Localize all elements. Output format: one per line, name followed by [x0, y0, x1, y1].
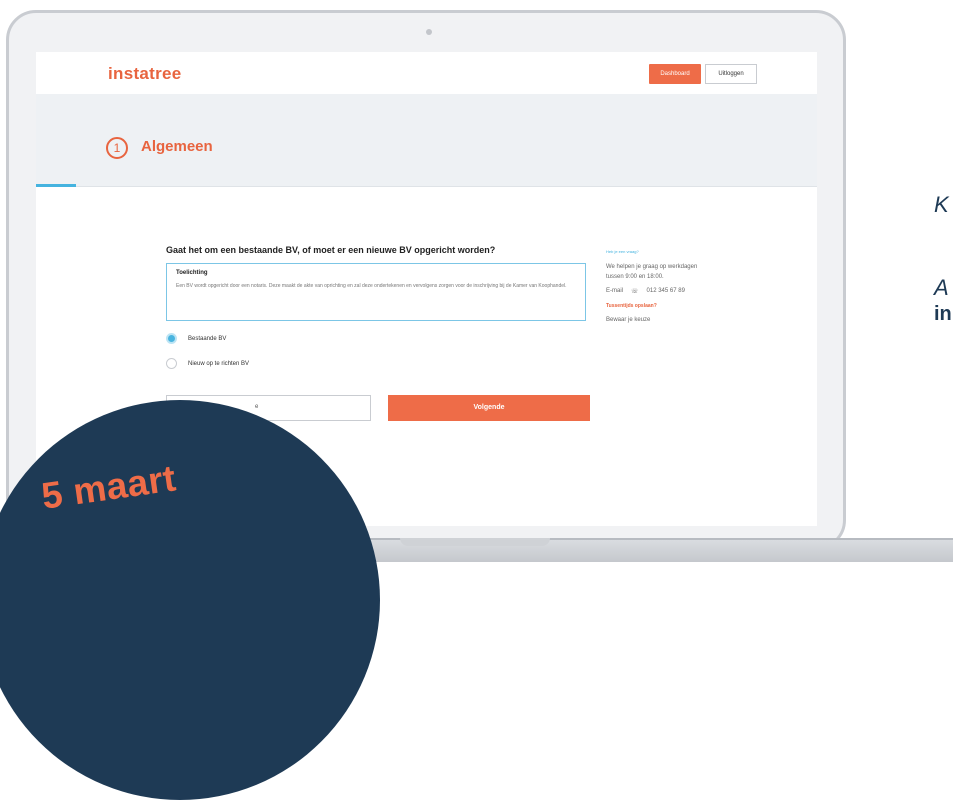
help-panel: Heb je een vraag? We helpen je graag op …	[606, 249, 716, 323]
input-value: e	[255, 404, 259, 410]
option-new-bv[interactable]: Nieuw op te richten BV	[166, 358, 249, 369]
phone-icon: ☏	[631, 289, 639, 295]
question-link[interactable]: Heb je een vraag?	[606, 249, 716, 254]
step-number: 1	[106, 137, 128, 159]
save-link[interactable]: Tussentijds opslaan?	[606, 303, 716, 309]
logo: instatree	[108, 64, 182, 83]
keep-choice-link[interactable]: Bewaar je keuze	[606, 317, 716, 323]
promo-circle	[0, 400, 380, 800]
cutoff-text-a: A	[934, 275, 949, 300]
logout-button[interactable]: Uitloggen	[705, 64, 757, 84]
option-label: Nieuw op te richten BV	[188, 360, 250, 367]
option-label: Bestaande BV	[188, 335, 227, 342]
help-text: We helpen je graag op werkdagen tussen 9…	[606, 264, 698, 280]
dashboard-button[interactable]: Dashboard	[649, 64, 701, 84]
option-existing-bv[interactable]: Bestaande BV	[166, 333, 226, 344]
radio-unchecked-icon[interactable]	[166, 358, 177, 369]
radio-checked-icon[interactable]	[166, 333, 177, 344]
next-button[interactable]: Volgende	[388, 395, 590, 421]
form-question: Gaat het om een bestaande BV, of moet er…	[166, 245, 496, 255]
cutoff-text-k: K	[934, 192, 949, 217]
step-header: 1 Algemeen	[36, 94, 817, 186]
explanation-title: Toelichting	[176, 270, 208, 276]
step-title: Algemeen	[141, 138, 213, 155]
app-header: instatree Dashboard Uitloggen	[36, 52, 817, 94]
cutoff-text-in: in	[934, 303, 952, 325]
email-link[interactable]: E-mail	[606, 288, 623, 295]
explanation-box: Toelichting Een BV wordt opgericht door …	[166, 263, 586, 321]
explanation-text: Een BV wordt opgericht door een notaris.…	[176, 283, 567, 289]
contact-row: E-mail ☏ 012 345 67 89	[606, 288, 716, 295]
phone-number[interactable]: 012 345 67 89	[647, 288, 685, 295]
camera-icon	[426, 29, 432, 35]
laptop-notch	[400, 538, 550, 546]
